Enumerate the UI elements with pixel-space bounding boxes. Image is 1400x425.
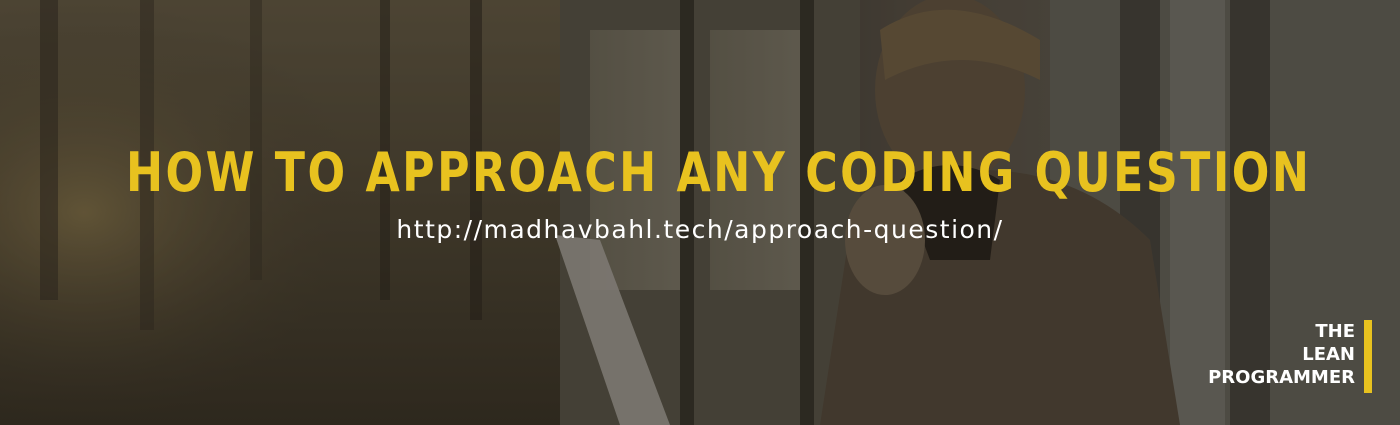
page-title: HOW TO APPROACH ANY CODING QUESTION — [126, 141, 1312, 204]
banner: HOW TO APPROACH ANY CODING QUESTION http… — [0, 0, 1400, 425]
brand-line-3: PROGRAMMER — [1208, 367, 1355, 388]
brand-logo: THE LEAN PROGRAMMER — [1208, 320, 1355, 389]
brand-accent-bar — [1364, 320, 1372, 393]
brand-line-1: THE — [1315, 321, 1355, 342]
brand-line-2: LEAN — [1302, 344, 1355, 365]
article-url[interactable]: http://madhavbahl.tech/approach-question… — [0, 210, 1400, 250]
